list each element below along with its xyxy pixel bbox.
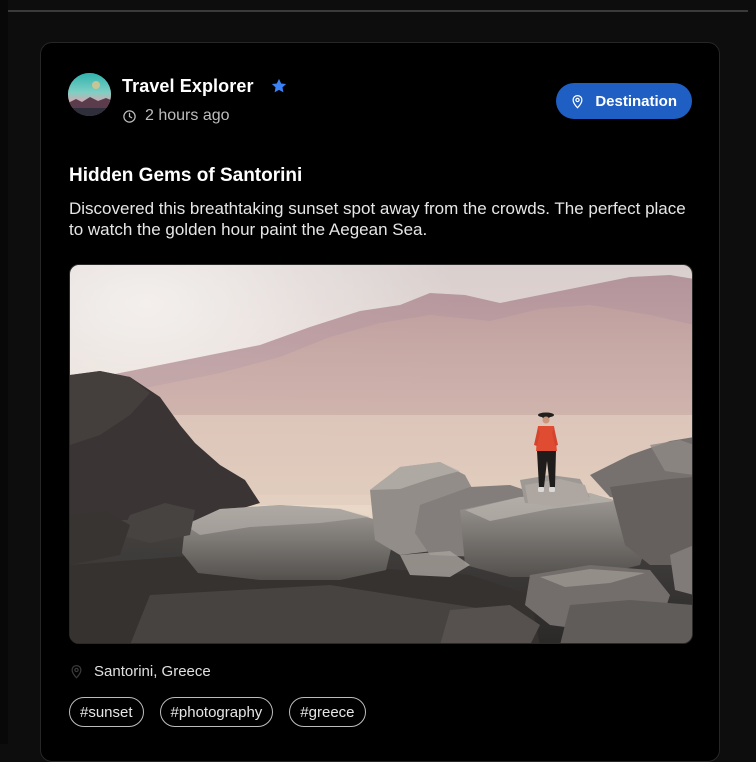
destination-label: Destination	[595, 92, 677, 110]
post-title: Hidden Gems of Santorini	[69, 165, 303, 186]
post-header: Travel Explorer 2 hours ago Destination	[68, 73, 692, 124]
location[interactable]: Santorini, Greece	[69, 663, 211, 680]
star-icon	[271, 78, 287, 93]
post-card: Travel Explorer 2 hours ago Destination …	[40, 42, 720, 762]
map-pin-icon	[71, 664, 82, 679]
tag-photography[interactable]: #photography	[159, 697, 274, 727]
tag-sunset[interactable]: #sunset	[69, 697, 144, 727]
tag-greece[interactable]: #greece	[289, 697, 366, 727]
timestamp-text: 2 hours ago	[145, 107, 230, 124]
clock-icon	[123, 109, 136, 123]
map-pin-icon	[572, 94, 583, 109]
tag-list: #sunset #photography #greece	[69, 697, 366, 727]
landscape-photo	[70, 265, 692, 643]
author-name[interactable]: Travel Explorer	[122, 76, 254, 97]
top-divider	[8, 10, 748, 12]
avatar-image	[68, 73, 111, 116]
post-body: Discovered this breathtaking sunset spot…	[69, 199, 686, 239]
avatar[interactable]	[68, 73, 111, 116]
timestamp: 2 hours ago	[122, 107, 230, 125]
destination-button[interactable]: Destination	[556, 83, 692, 119]
location-text: Santorini, Greece	[94, 663, 211, 680]
window-edge	[0, 0, 8, 744]
post-image[interactable]	[69, 264, 693, 644]
